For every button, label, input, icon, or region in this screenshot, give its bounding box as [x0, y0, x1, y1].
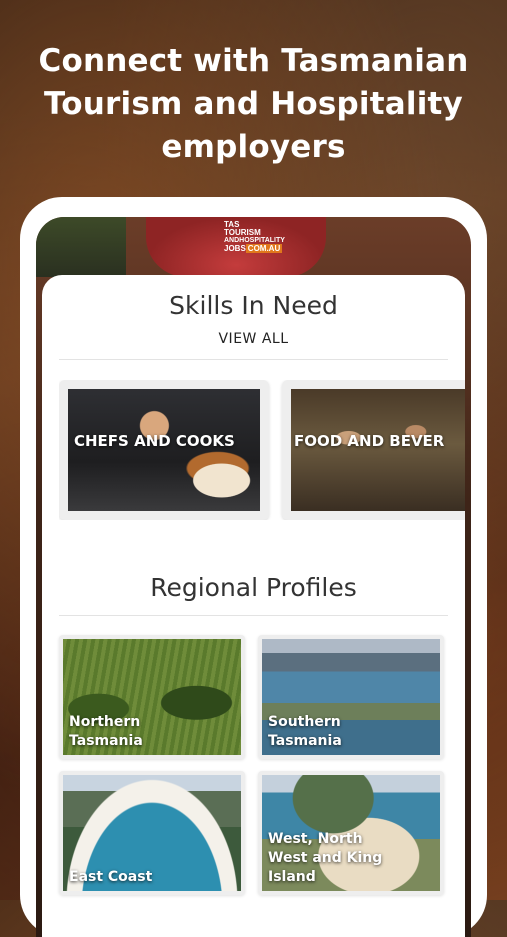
- west-north-west-photo: West, North West and King Island: [262, 775, 440, 891]
- region-card-label: Northern Tasmania: [69, 714, 143, 749]
- hero-background: [36, 217, 126, 277]
- southern-tasmania-photo: Southern Tasmania: [262, 639, 440, 755]
- logo-line-4: JOBS COM.AU: [224, 244, 283, 253]
- headline-line-1: Connect with Tasmanian: [38, 43, 469, 79]
- region-card-southern-tasmania[interactable]: Southern Tasmania: [258, 635, 444, 759]
- region-card-label: East Coast: [69, 869, 153, 885]
- logo-line-2: TOURISM: [224, 228, 261, 237]
- phone-frame: TAS TOURISM ANDHOSPITALITY JOBS COM.AU Sk…: [20, 197, 487, 937]
- region-card-east-coast[interactable]: East Coast: [59, 771, 245, 895]
- east-coast-photo: East Coast: [63, 775, 241, 891]
- skill-card-food-and-beverage[interactable]: FOOD AND BEVER: [282, 380, 465, 520]
- divider: [59, 615, 448, 616]
- skill-card-label: FOOD AND BEVER: [294, 432, 445, 450]
- food-beverage-photo: [291, 389, 465, 511]
- content-card: Skills In Need VIEW ALL CHEFS AND COOKS …: [42, 275, 465, 937]
- headline: Connect with Tasmanian Tourism and Hospi…: [0, 40, 507, 169]
- skill-card-label: CHEFS AND COOKS: [74, 432, 235, 450]
- skills-carousel[interactable]: CHEFS AND COOKS FOOD AND BEVER: [59, 380, 465, 520]
- regional-profiles-title: Regional Profiles: [150, 573, 357, 602]
- view-all-link[interactable]: VIEW ALL: [42, 331, 465, 347]
- logo-badge: COM.AU: [245, 244, 283, 253]
- app-screen: TAS TOURISM ANDHOSPITALITY JOBS COM.AU Sk…: [36, 217, 471, 937]
- region-card-label: West, North West and King Island: [268, 831, 383, 885]
- brand-logo: TAS TOURISM ANDHOSPITALITY JOBS COM.AU: [224, 221, 285, 253]
- skill-card-chefs-and-cooks[interactable]: CHEFS AND COOKS: [59, 380, 269, 520]
- northern-tasmania-photo: Northern Tasmania: [63, 639, 241, 755]
- chefs-photo: [68, 389, 260, 511]
- region-card-label: Southern Tasmania: [268, 714, 342, 749]
- region-card-west-north-west-king-island[interactable]: West, North West and King Island: [258, 771, 444, 895]
- region-card-northern-tasmania[interactable]: Northern Tasmania: [59, 635, 245, 759]
- skills-in-need-title: Skills In Need: [169, 291, 338, 320]
- divider: [59, 359, 448, 360]
- headline-line-3: employers: [161, 129, 346, 165]
- headline-line-2: Tourism and Hospitality: [44, 86, 463, 122]
